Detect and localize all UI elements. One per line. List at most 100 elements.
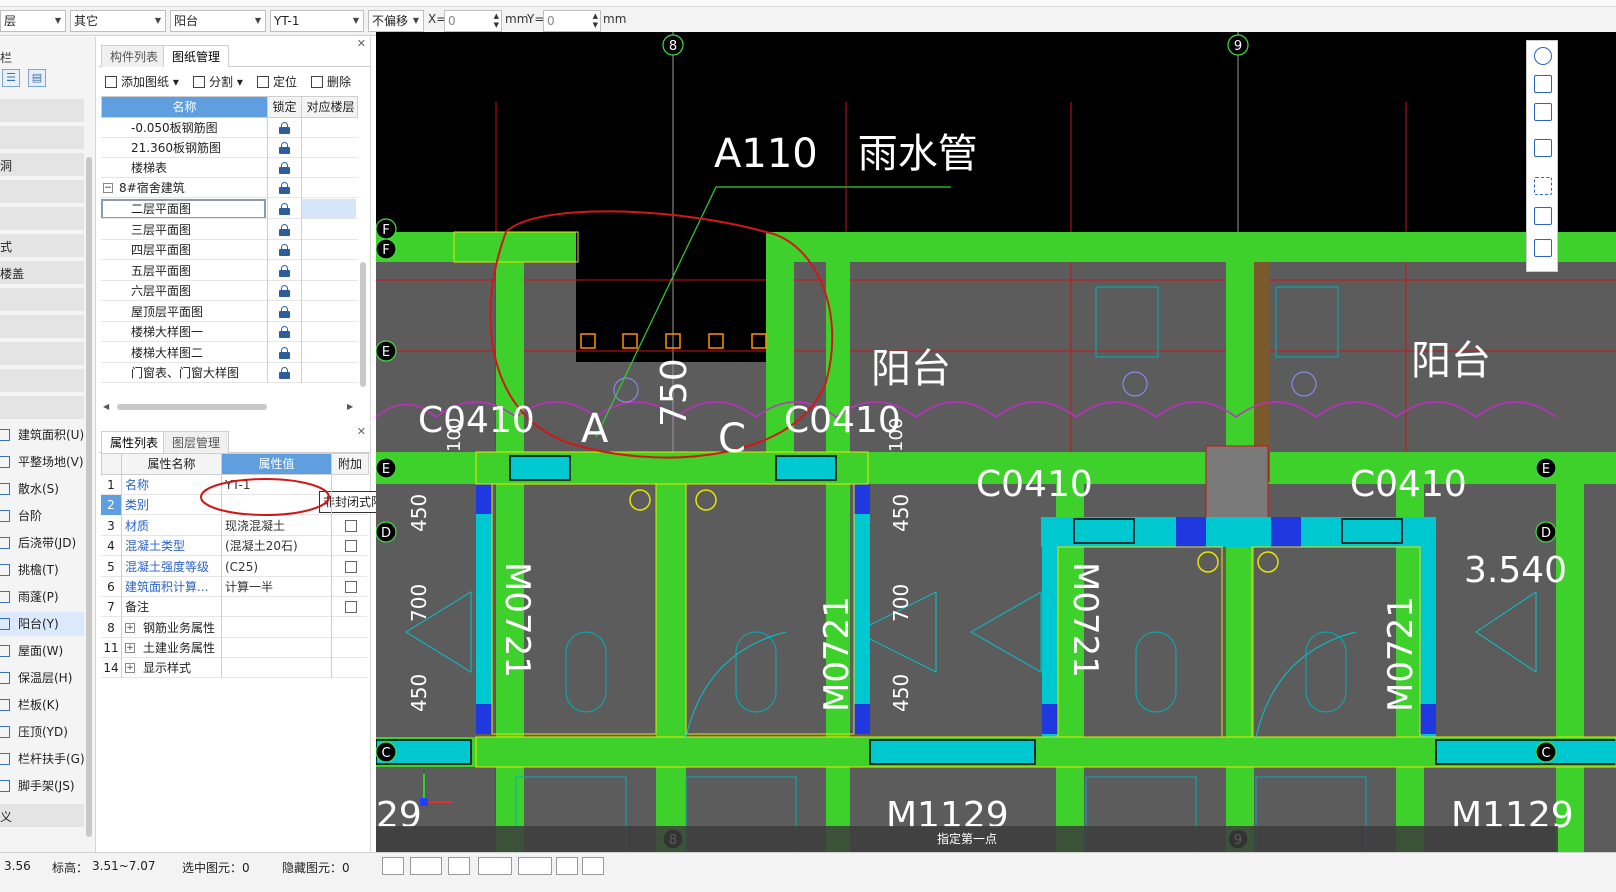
scroll-left-icon[interactable]: ◀	[103, 402, 109, 411]
nav-group[interactable]: 义	[0, 804, 84, 827]
checkbox[interactable]	[345, 561, 357, 573]
lock-icon[interactable]	[279, 347, 290, 359]
floor-select[interactable]: 层 ▼	[0, 10, 66, 32]
nav-group[interactable]	[0, 369, 84, 392]
view-settings-icon[interactable]	[1534, 239, 1552, 257]
drawing-canvas[interactable]: 8 9 8 9 F F E E D C E D C A110 雨水管 阳台 阳台…	[376, 32, 1616, 852]
drawing-row[interactable]: 21.360板钢筋图	[101, 138, 358, 158]
cad-drawing[interactable]: 8 9 8 9 F F E E D C E D C A110 雨水管 阳台 阳台…	[376, 32, 1616, 852]
nav-group[interactable]	[0, 315, 84, 338]
nav-item-canopy[interactable]: 雨蓬(P)	[0, 585, 84, 609]
tab-drawing-management[interactable]: 图纸管理	[163, 45, 230, 67]
drawing-row[interactable]: 屋顶层平面图	[101, 302, 358, 322]
drawing-row[interactable]: 六层平面图	[101, 281, 358, 301]
box-view-icon[interactable]	[1534, 103, 1552, 121]
col-name[interactable]: 名称	[102, 97, 268, 117]
drawing-list-scrollbar[interactable]	[360, 262, 366, 387]
lock-icon[interactable]	[279, 367, 290, 379]
cube-view-icon[interactable]	[1534, 139, 1552, 157]
nav-item-post-cast-strip[interactable]: 后浇带(JD)	[0, 531, 84, 555]
nav-item-steps[interactable]: 台阶	[0, 504, 84, 528]
drawing-row[interactable]: 五层平面图	[101, 261, 358, 281]
cross-select-button[interactable]	[448, 857, 470, 875]
nav-group[interactable]	[0, 342, 84, 365]
nav-item-building-area[interactable]: 建筑面积(U)	[0, 423, 84, 447]
offset-select[interactable]: 不偏移 ▼	[368, 10, 424, 32]
lock-icon[interactable]	[279, 162, 290, 174]
lock-icon[interactable]	[279, 244, 290, 256]
nav-group[interactable]	[0, 207, 84, 230]
lock-icon[interactable]	[279, 326, 290, 338]
locate-button[interactable]: 定位	[257, 73, 297, 90]
detail-view-icon[interactable]: ▤	[28, 69, 46, 87]
nav-item-scaffold[interactable]: 脚手架(JS)	[0, 774, 84, 798]
nav-item-balcony[interactable]: 阳台(Y)	[0, 612, 84, 636]
nav-group[interactable]	[0, 396, 84, 419]
nav-item-apron[interactable]: 散水(S)	[0, 477, 84, 501]
nav-item-insulation[interactable]: 保温层(H)	[0, 666, 84, 690]
x-offset-input[interactable]: 0 ▲ ▼	[444, 10, 502, 32]
nav-group[interactable]	[0, 288, 84, 311]
drawing-row[interactable]: 楼梯大样图一	[101, 322, 358, 342]
nav-item-roof[interactable]: 屋面(W)	[0, 639, 84, 663]
spinner-icon[interactable]: ▲ ▼	[494, 12, 499, 30]
drawing-row[interactable]: 门窗表、门窗大样图	[101, 363, 358, 383]
property-row[interactable]: 5 混凝土强度等级 (C25)	[101, 557, 367, 577]
nav-group[interactable]: 楼盖	[0, 261, 84, 284]
drawing-group-row[interactable]: −8#宿舍建筑	[101, 178, 358, 198]
split-button[interactable]: 分割 ▾	[193, 73, 243, 90]
property-group-row[interactable]: 14 + 显示样式	[101, 658, 367, 678]
list-view-icon[interactable]: ☰	[2, 69, 20, 87]
nav-group[interactable]	[0, 180, 84, 203]
nav-group[interactable]: 洞	[0, 153, 84, 176]
col-extra[interactable]: 附加	[332, 454, 368, 474]
type-select[interactable]: 阳台 ▼	[170, 10, 266, 32]
expand-icon[interactable]: +	[125, 623, 135, 633]
checkbox[interactable]	[345, 581, 357, 593]
orbit-icon[interactable]	[1534, 47, 1552, 65]
drawing-row-selected[interactable]: 二层平面图	[101, 199, 358, 219]
nav-group[interactable]	[0, 99, 84, 122]
property-group-row[interactable]: 11 + 土建业务属性	[101, 638, 367, 658]
property-row[interactable]: 7 备注	[101, 597, 367, 617]
nav-item-railing[interactable]: 栏杆扶手(G)	[0, 747, 85, 771]
col-lock[interactable]: 锁定	[268, 97, 302, 117]
fullscreen-icon[interactable]	[1534, 177, 1552, 195]
snap-toggle-button[interactable]	[382, 857, 404, 875]
lock-icon[interactable]	[279, 265, 290, 277]
tab-property-list[interactable]: 属性列表	[101, 431, 168, 453]
property-row[interactable]: 6 建筑面积计算... 计算一半	[101, 577, 367, 597]
expand-icon[interactable]: +	[125, 663, 135, 673]
spinner-icon[interactable]: ▲ ▼	[593, 12, 598, 30]
checkbox[interactable]	[345, 540, 357, 552]
navigator-scrollbar[interactable]	[86, 157, 92, 837]
property-row[interactable]: 4 混凝土类型 (混凝土20石)	[101, 536, 367, 556]
expand-icon[interactable]: +	[125, 643, 135, 653]
lock-icon[interactable]	[279, 203, 290, 215]
select-mode-button[interactable]	[410, 857, 442, 875]
drawing-row[interactable]: 楼梯大样图二	[101, 343, 358, 363]
y-offset-input[interactable]: 0 ▲ ▼	[543, 10, 601, 32]
nav-group[interactable]: 式	[0, 234, 84, 257]
property-group-row[interactable]: 8 + 钢筋业务属性	[101, 618, 367, 638]
collapse-icon[interactable]: −	[103, 183, 113, 193]
layer-button[interactable]	[556, 857, 578, 875]
scroll-right-icon[interactable]: ▶	[347, 402, 353, 411]
dynamic-view-icon[interactable]	[1534, 207, 1552, 225]
lock-icon[interactable]	[279, 122, 290, 134]
delete-button[interactable]: 删除	[311, 73, 351, 90]
nav-item-parapet-board[interactable]: 栏板(K)	[0, 693, 84, 717]
angle-button[interactable]	[478, 857, 512, 875]
component-select[interactable]: YT-1 ▼	[270, 10, 364, 32]
checkbox[interactable]	[345, 601, 357, 613]
nav-item-site-leveling[interactable]: 平整场地(V)	[0, 450, 84, 474]
plus-snap-button[interactable]	[518, 857, 552, 875]
nav-item-eave[interactable]: 挑檐(T)	[0, 558, 84, 582]
lock-icon[interactable]	[279, 306, 290, 318]
drawing-row[interactable]: 三层平面图	[101, 220, 358, 240]
nav-item-coping[interactable]: 压顶(YD)	[0, 720, 84, 744]
drawing-row[interactable]: 楼梯表	[101, 158, 358, 178]
arc-button[interactable]	[582, 857, 604, 875]
3d-view-icon[interactable]	[1534, 75, 1552, 93]
col-prop-name[interactable]: 属性名称	[122, 454, 222, 474]
